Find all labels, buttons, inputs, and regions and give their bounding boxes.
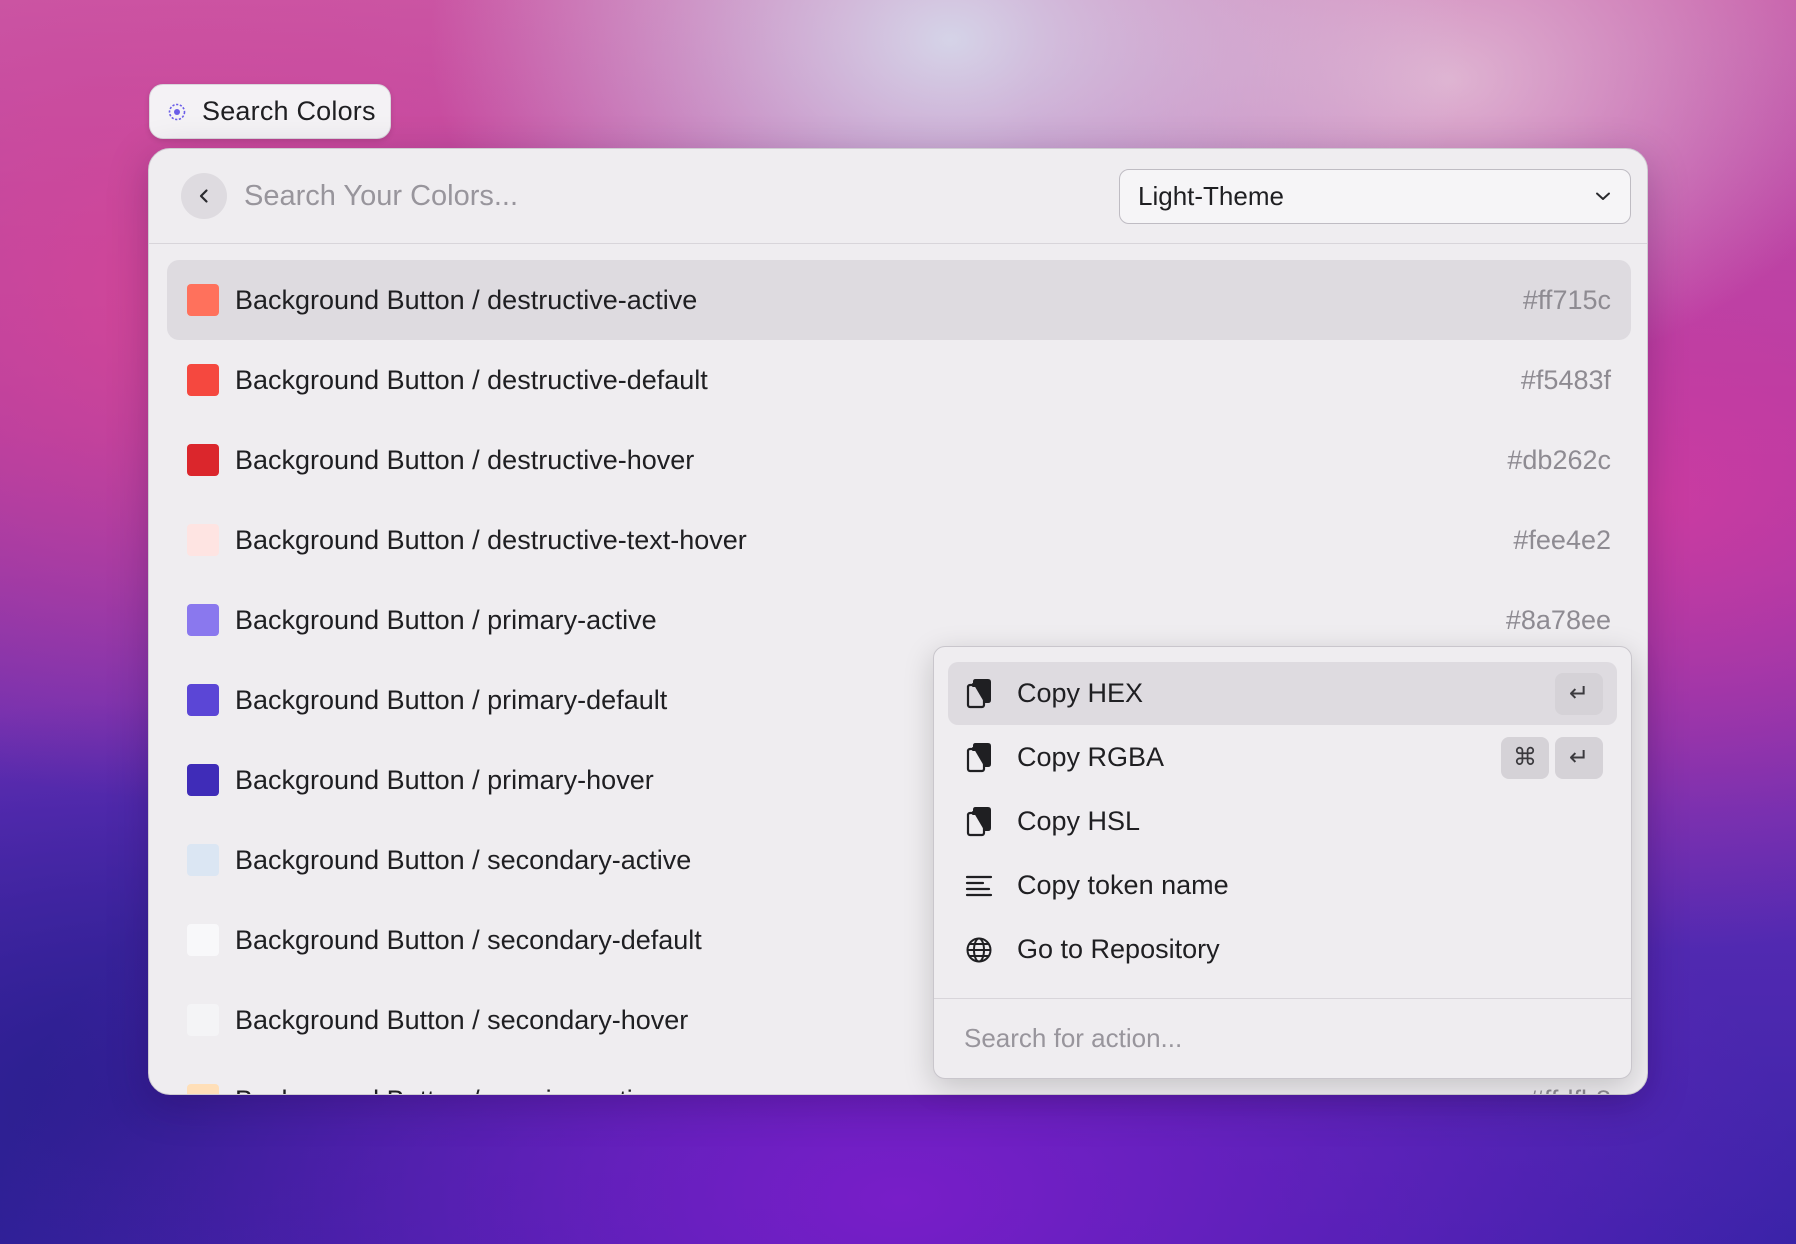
color-swatch — [187, 444, 219, 476]
color-swatch — [187, 924, 219, 956]
color-swatch — [187, 684, 219, 716]
action-label: Copy RGBA — [1017, 742, 1165, 772]
copy-icon — [964, 805, 994, 839]
theme-dropdown-value: Light-Theme — [1138, 180, 1284, 211]
chevron-down-icon — [1596, 192, 1610, 200]
action-list: Copy HEX ↵ Copy RGBA ⌘ ↵ Copy HSL Copy token n… — [934, 647, 1631, 981]
color-swatch — [187, 1084, 219, 1094]
action-item[interactable]: Copy RGBA ⌘ ↵ — [948, 726, 1617, 789]
action-search-input[interactable] — [964, 1023, 1631, 1054]
command-key-icon: ⌘ — [1501, 736, 1549, 779]
color-hex-value: #ffdfb8 — [1529, 1085, 1611, 1095]
chevron-left-icon — [199, 189, 208, 203]
action-item[interactable]: Copy HEX ↵ — [948, 662, 1617, 725]
action-search-bar — [934, 998, 1631, 1078]
action-label: Copy token name — [1017, 870, 1229, 900]
extension-title-pill: Search Colors — [149, 84, 391, 139]
color-token-name: Background Button / destructive-hover — [235, 444, 695, 475]
return-key-icon: ↵ — [1555, 672, 1603, 715]
back-button[interactable] — [181, 173, 227, 219]
color-swatch — [187, 1004, 219, 1036]
action-label: Copy HEX — [1017, 678, 1144, 708]
search-bar: Light-Theme — [149, 149, 1647, 244]
action-item[interactable]: Copy token name — [948, 854, 1617, 917]
action-label: Copy HSL — [1017, 806, 1141, 836]
color-row[interactable]: Background Button / destructive-default #… — [167, 340, 1631, 420]
color-token-name: Background Button / destructive-default — [235, 364, 708, 395]
extension-title: Search Colors — [202, 96, 376, 126]
color-swatch — [187, 764, 219, 796]
color-swatch — [187, 604, 219, 636]
text-lines-icon — [964, 869, 994, 903]
color-token-name: Background Button / destructive-active — [235, 284, 698, 315]
color-row[interactable]: Background Button / destructive-text-hov… — [167, 500, 1631, 580]
color-swatch — [187, 844, 219, 876]
color-hex-value: #f5483f — [1520, 364, 1611, 395]
color-row[interactable]: Background Button / destructive-hover #db… — [167, 420, 1631, 500]
color-row[interactable]: Background Button / destructive-active #f… — [167, 260, 1631, 340]
action-panel: Copy HEX ↵ Copy RGBA ⌘ ↵ Copy HSL Copy token n… — [933, 646, 1632, 1079]
color-swatch — [187, 284, 219, 316]
color-hex-value: #fee4e2 — [1513, 524, 1611, 555]
theme-dropdown[interactable]: Light-Theme — [1119, 168, 1631, 224]
color-token-name: Background Button / warning-active — [235, 1085, 1529, 1095]
color-token-name: Background Button / primary-active — [235, 604, 657, 635]
color-hex-value: #ff715c — [1522, 284, 1611, 315]
action-item[interactable]: Go to Repository — [948, 918, 1617, 981]
search-input[interactable] — [244, 171, 1119, 221]
color-swatch — [187, 524, 219, 556]
return-key-icon: ↵ — [1555, 736, 1603, 779]
copy-icon — [964, 677, 994, 711]
color-token-name: Background Button / destructive-text-hov… — [235, 524, 747, 555]
action-label: Go to Repository — [1017, 934, 1220, 964]
copy-icon — [964, 741, 994, 775]
extension-icon — [168, 103, 186, 121]
color-swatch — [187, 364, 219, 396]
color-hex-value: #8a78ee — [1505, 604, 1611, 635]
globe-icon — [964, 933, 994, 967]
color-hex-value: #db262c — [1507, 444, 1611, 475]
action-item[interactable]: Copy HSL — [948, 790, 1617, 853]
